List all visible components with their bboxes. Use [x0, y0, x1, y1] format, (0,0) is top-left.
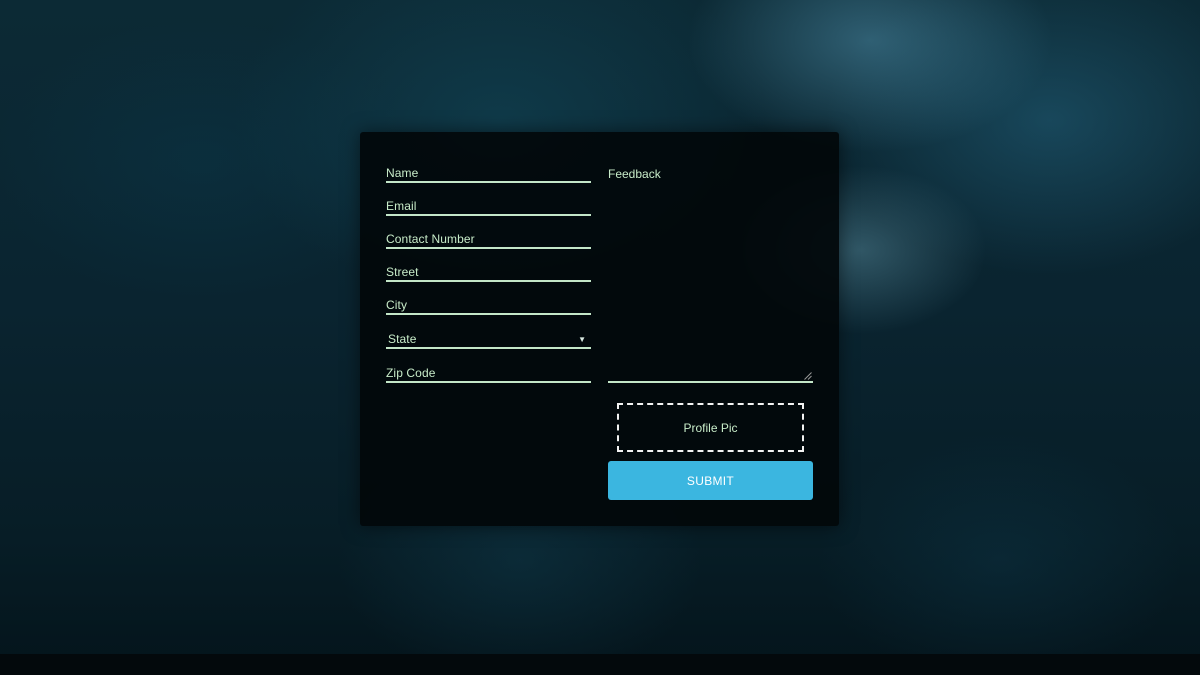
submit-button[interactable]: SUBMIT — [608, 461, 813, 500]
page-background: { "form": { "fields": { "name": "Name", … — [0, 0, 1200, 675]
city-field[interactable]: City — [386, 293, 591, 315]
name-field[interactable]: Name — [386, 161, 591, 183]
profile-pic-label: Profile Pic — [683, 420, 738, 435]
bottom-strip — [0, 654, 1200, 675]
state-select[interactable]: State ▼ — [386, 327, 591, 349]
contact-number-field[interactable]: Contact Number — [386, 227, 591, 249]
resize-handle-icon[interactable] — [804, 372, 812, 380]
triangle-down-icon: ▼ — [578, 335, 586, 344]
zip-code-field-label: Zip Code — [386, 366, 436, 380]
email-field-label: Email — [386, 199, 417, 213]
feedback-label: Feedback — [608, 167, 661, 181]
contact-number-field-label: Contact Number — [386, 232, 475, 246]
email-field[interactable]: Email — [386, 194, 591, 216]
feedback-form-card: Name Email Contact Number Street City St… — [360, 132, 839, 526]
profile-pic-upload[interactable]: Profile Pic — [617, 403, 804, 452]
street-field[interactable]: Street — [386, 260, 591, 282]
name-field-label: Name — [386, 166, 419, 180]
city-field-label: City — [386, 298, 408, 312]
feedback-textarea[interactable]: Feedback — [608, 165, 813, 383]
state-select-value: State — [388, 332, 417, 346]
zip-code-field[interactable]: Zip Code — [386, 361, 591, 383]
street-field-label: Street — [386, 265, 419, 279]
submit-button-label: SUBMIT — [686, 473, 735, 488]
